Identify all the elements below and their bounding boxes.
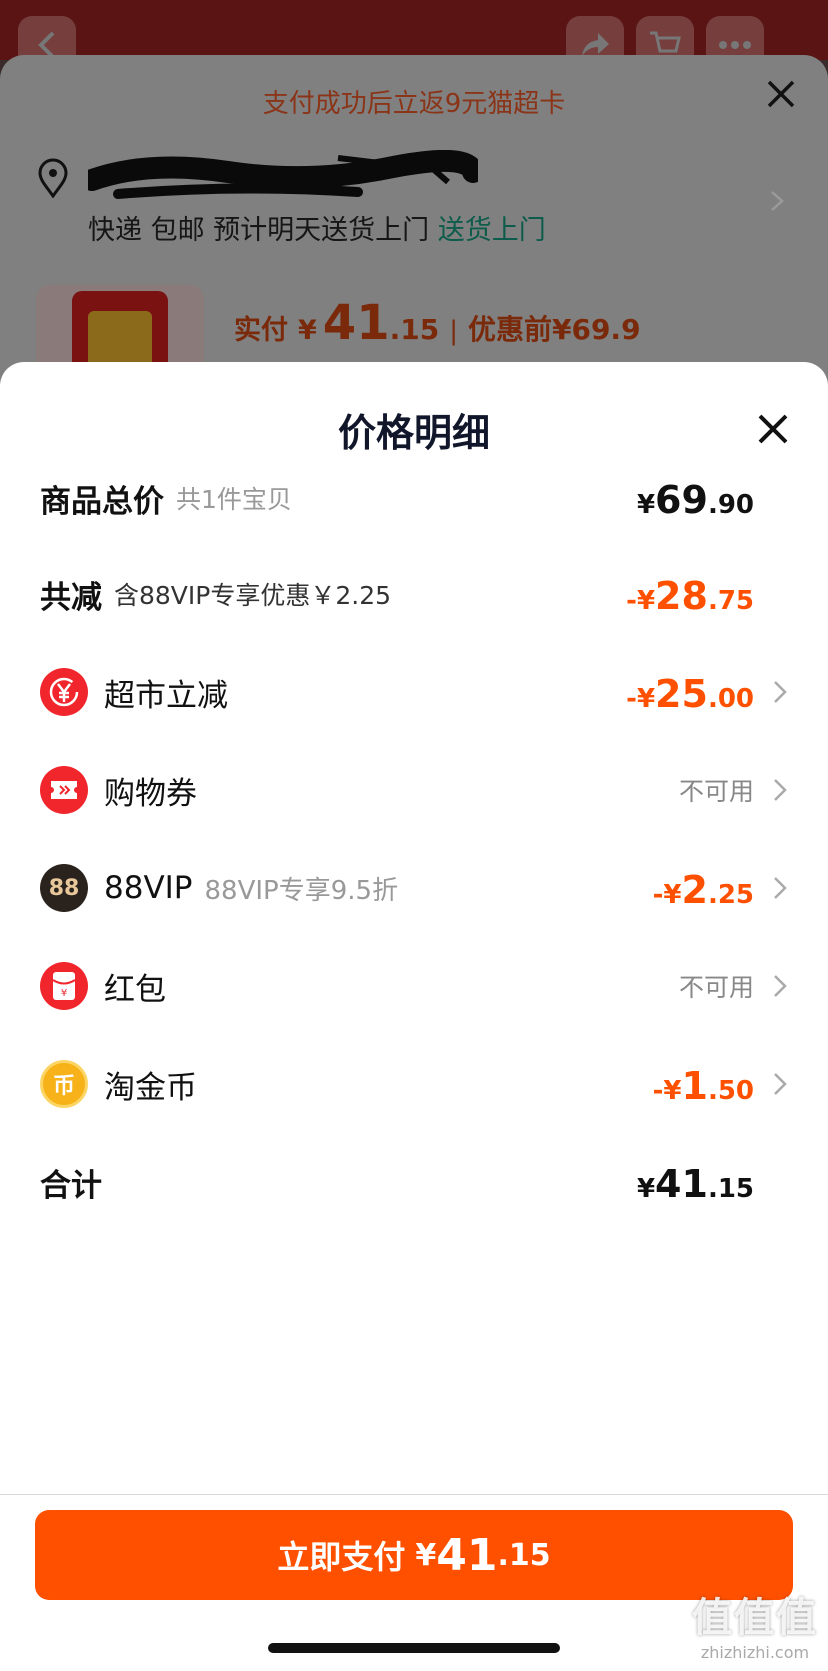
sum-integer: 41 xyxy=(655,1162,708,1206)
order-close-button[interactable] xyxy=(766,79,796,113)
coupon-status: 不可用 xyxy=(678,777,754,806)
total-currency: ¥ xyxy=(636,490,656,520)
chevron-right-icon xyxy=(774,975,787,997)
red-packet-icon: ¥ xyxy=(40,962,88,1010)
paid-currency: ¥ xyxy=(298,315,317,346)
vip-icon-text: 88 xyxy=(48,875,80,901)
supermarket-integer: 25 xyxy=(655,672,708,716)
row-tao-coin[interactable]: 币 淘金币 -¥ 1 .50 xyxy=(0,1044,828,1124)
sum-label: 合计 xyxy=(40,1167,102,1204)
footer-divider xyxy=(0,1494,828,1495)
close-icon xyxy=(758,414,788,444)
total-integer: 69 xyxy=(655,478,708,522)
row-total-price: 商品总价 共1件宝贝 ¥ 69 .90 xyxy=(0,458,828,538)
row-88vip[interactable]: 88 88VIP 88VIP专享9.5折 -¥ 2 .25 xyxy=(0,848,828,928)
chevron-right-icon xyxy=(774,779,787,801)
taocoin-integer: 1 xyxy=(681,1064,708,1108)
close-icon xyxy=(767,80,795,108)
background-price: 实付 ¥ 41 .15 | 优惠前 ¥69.9 xyxy=(234,295,641,351)
total-decimal: .90 xyxy=(707,490,754,520)
vip-integer: 2 xyxy=(681,868,708,912)
chevron-right-icon xyxy=(774,877,787,899)
redacted-address[interactable] xyxy=(81,149,484,210)
watermark-glyphs: 值值值 xyxy=(692,1595,818,1641)
paid-label: 实付 xyxy=(234,315,288,346)
before-discount-label: 优惠前 xyxy=(467,313,552,346)
promo-banner: 支付成功后立返9元猫超卡 xyxy=(262,89,566,119)
coin-icon-text: 币 xyxy=(52,1074,75,1099)
background-header xyxy=(0,0,828,60)
sheet-close-button[interactable] xyxy=(756,412,790,446)
row-sum: 合计 ¥ 41 .15 xyxy=(0,1142,828,1222)
reduction-currency: -¥ xyxy=(626,586,656,616)
sheet-title: 价格明细 xyxy=(337,411,490,455)
watermark: 值值值 zhizhizhi.com xyxy=(692,1585,818,1662)
home-indicator[interactable] xyxy=(268,1643,560,1653)
pay-label: 立即支付 xyxy=(277,1538,406,1576)
delivery-info: 快递 包邮 预计明天送货上门 送货上门 xyxy=(88,208,546,247)
vip-decimal: .25 xyxy=(707,880,754,910)
svg-text:¥: ¥ xyxy=(61,988,67,999)
taocoin-currency: -¥ xyxy=(652,1076,682,1106)
chevron-right-icon xyxy=(774,681,787,703)
reduction-decimal: .75 xyxy=(707,586,754,616)
redpacket-status: 不可用 xyxy=(678,973,754,1002)
delivery-text: 快递 包邮 预计明天送货上门 xyxy=(88,215,430,246)
price-detail-sheet: 价格明细 商品总价 共1件宝贝 ¥ 69 .90 共减 含88VIP专享优惠￥2… xyxy=(0,362,828,1671)
pay-integer: 41 xyxy=(436,1529,498,1581)
row-reduction: 共减 含88VIP专享优惠￥2.25 -¥ 28 .75 xyxy=(0,554,828,634)
supermarket-currency: -¥ xyxy=(626,684,656,714)
ticket-icon xyxy=(40,766,88,814)
vip-currency: -¥ xyxy=(652,880,682,910)
redpacket-label: 红包 xyxy=(104,971,166,1008)
watermark-url: zhizhizhi.com xyxy=(700,1643,810,1662)
total-label: 商品总价 xyxy=(40,483,164,520)
pay-currency: ¥ xyxy=(415,1537,437,1573)
reduction-sub: 含88VIP专享优惠￥2.25 xyxy=(114,581,392,610)
coupon-label: 购物券 xyxy=(104,775,197,812)
reduction-label: 共减 xyxy=(40,579,102,616)
pay-now-button[interactable]: 立即支付 ¥ 41 .15 xyxy=(35,1510,793,1600)
paid-integer: 41 xyxy=(322,295,390,351)
row-coupon[interactable]: 购物券 不可用 xyxy=(0,750,828,830)
delivery-highlight: 送货上门 xyxy=(437,215,546,246)
coin-icon: 币 xyxy=(40,1060,88,1108)
vip-label: 88VIP xyxy=(104,870,193,906)
sum-currency: ¥ xyxy=(636,1174,656,1204)
more-icon xyxy=(719,41,751,49)
taocoin-label: 淘金币 xyxy=(104,1069,197,1106)
paid-decimal: .15 xyxy=(389,313,440,346)
address-chevron-icon xyxy=(770,190,784,216)
reduction-integer: 28 xyxy=(655,574,708,618)
pay-decimal: .15 xyxy=(497,1537,551,1573)
vip-sub: 88VIP专享9.5折 xyxy=(204,875,399,906)
taocoin-decimal: .50 xyxy=(707,1076,754,1106)
location-icon xyxy=(36,158,70,202)
before-discount-value: ¥69.9 xyxy=(551,313,641,346)
vip-88-icon: 88 xyxy=(40,864,88,912)
row-red-packet[interactable]: ¥ 红包 不可用 xyxy=(0,946,828,1026)
supermarket-decimal: .00 xyxy=(707,684,754,714)
price-separator: | xyxy=(449,316,458,346)
chevron-right-icon xyxy=(774,1073,787,1095)
yen-refresh-icon xyxy=(40,668,88,716)
row-supermarket-discount[interactable]: 超市立减 -¥ 25 .00 xyxy=(0,652,828,732)
supermarket-label: 超市立减 xyxy=(104,677,228,714)
sum-decimal: .15 xyxy=(707,1174,754,1204)
total-sub: 共1件宝贝 xyxy=(176,485,292,514)
